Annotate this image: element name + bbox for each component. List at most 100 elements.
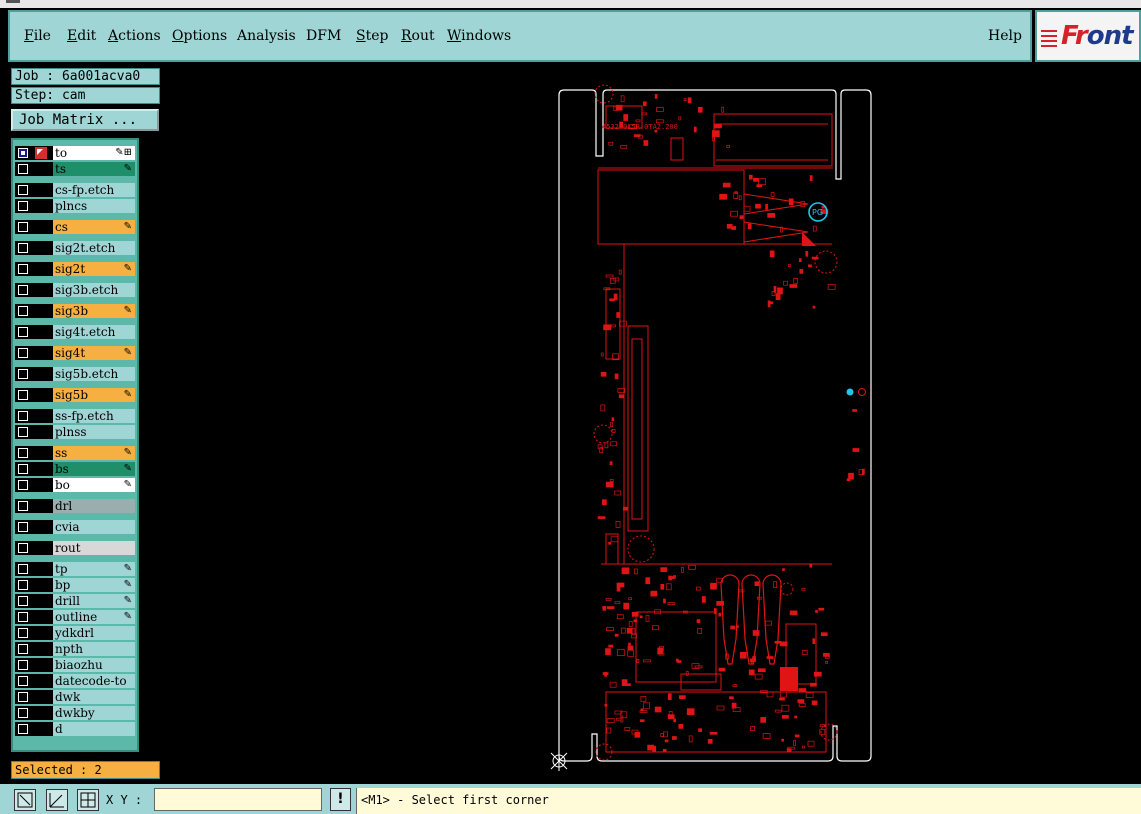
layer-checkbox[interactable] <box>18 285 28 295</box>
layer-name[interactable]: tp ✎ <box>53 562 135 576</box>
layer-row-rout[interactable]: rout <box>15 541 135 555</box>
layer-checkbox[interactable] <box>18 264 28 274</box>
layer-name[interactable]: sig2t.etch <box>53 241 135 255</box>
layer-checkbox[interactable] <box>18 327 28 337</box>
menu-actions[interactable]: Actions <box>108 28 161 44</box>
layer-name[interactable]: ss ✎ <box>53 446 135 460</box>
layer-checkbox[interactable] <box>18 306 28 316</box>
layer-row-cvia[interactable]: cvia <box>15 520 135 534</box>
layer-name[interactable]: biaozhu <box>53 658 135 672</box>
layer-checkbox[interactable] <box>18 692 28 702</box>
layer-name[interactable]: bp ✎ <box>53 578 135 592</box>
layer-name[interactable]: ss-fp.etch <box>53 409 135 423</box>
layer-row-drill[interactable]: drill ✎ <box>15 594 135 608</box>
layer-checkbox[interactable] <box>18 480 28 490</box>
layer-checkbox[interactable] <box>18 522 28 532</box>
menu-analysis[interactable]: Analysis <box>237 28 296 44</box>
work-layer-arrow-icon[interactable] <box>35 147 47 159</box>
menu-dfm[interactable]: DFM <box>306 28 341 44</box>
menu-windows[interactable]: Windows <box>447 28 511 44</box>
layer-name[interactable]: plnss <box>53 425 135 439</box>
layer-name[interactable]: outline ✎ <box>53 610 135 624</box>
message-button[interactable]: ! <box>330 788 351 811</box>
layer-row-datecode-to[interactable]: datecode-to <box>15 674 135 688</box>
layer-list[interactable]: to ✎⊞ ts ✎ cs-fp.etch plncs cs ✎ sig2t.etch sig2t… <box>11 138 139 752</box>
layer-row-plncs[interactable]: plncs <box>15 199 135 213</box>
menu-rout[interactable]: Rout <box>401 28 435 44</box>
layer-row-d[interactable]: d <box>15 722 135 736</box>
layer-row-sig4t[interactable]: sig4t ✎ <box>15 346 135 360</box>
layer-row-bs[interactable]: bs ✎ <box>15 462 135 476</box>
layer-row-sig2t[interactable]: sig2t ✎ <box>15 262 135 276</box>
layer-checkbox[interactable] <box>18 411 28 421</box>
layer-name[interactable]: to ✎⊞ <box>53 146 135 160</box>
menu-file[interactable]: File <box>24 28 51 44</box>
layer-checkbox[interactable] <box>18 369 28 379</box>
layer-checkbox[interactable] <box>18 222 28 232</box>
menu-options[interactable]: Options <box>172 28 227 44</box>
layer-row-biaozhu[interactable]: biaozhu <box>15 658 135 672</box>
menu-step[interactable]: Step <box>356 28 388 44</box>
layer-row-bp[interactable]: bp ✎ <box>15 578 135 592</box>
layer-checkbox[interactable] <box>18 644 28 654</box>
layer-name[interactable]: sig5b.etch <box>53 367 135 381</box>
layer-name[interactable]: sig4t.etch <box>53 325 135 339</box>
layer-checkbox[interactable] <box>18 185 28 195</box>
layer-checkbox[interactable] <box>18 612 28 622</box>
layer-checkbox[interactable] <box>18 464 28 474</box>
zoom-area-icon[interactable] <box>14 789 36 811</box>
layer-checkbox[interactable] <box>18 660 28 670</box>
layer-row-dwk[interactable]: dwk <box>15 690 135 704</box>
layer-name[interactable]: dwkby <box>53 706 135 720</box>
layer-name[interactable]: ts ✎ <box>53 162 135 176</box>
layer-row-ts[interactable]: ts ✎ <box>15 162 135 176</box>
xy-input[interactable] <box>154 788 322 811</box>
layer-name[interactable]: bs ✎ <box>53 462 135 476</box>
layer-checkbox[interactable] <box>18 676 28 686</box>
layer-checkbox[interactable] <box>18 543 28 553</box>
layer-name[interactable]: dwk <box>53 690 135 704</box>
layer-checkbox[interactable] <box>18 201 28 211</box>
layer-name[interactable]: sig3b ✎ <box>53 304 135 318</box>
layer-name[interactable]: sig2t ✎ <box>53 262 135 276</box>
layer-checkbox[interactable] <box>18 708 28 718</box>
job-matrix-button[interactable]: Job Matrix ... <box>11 109 159 131</box>
measure-icon[interactable] <box>46 789 68 811</box>
layer-row-plnss[interactable]: plnss <box>15 425 135 439</box>
layer-checkbox[interactable] <box>18 580 28 590</box>
pcb-board-view[interactable]: 4532.0L5R.0TA2.200 PG <box>166 64 1141 784</box>
layer-name[interactable]: sig4t ✎ <box>53 346 135 360</box>
layer-name[interactable]: ydkdrl <box>53 626 135 640</box>
layer-checkbox[interactable] <box>18 596 28 606</box>
layer-name[interactable]: drl <box>53 499 135 513</box>
layer-row-sig3b[interactable]: sig3b ✎ <box>15 304 135 318</box>
layer-checkbox[interactable] <box>18 564 28 574</box>
layer-name[interactable]: sig3b.etch <box>53 283 135 297</box>
layer-checkbox[interactable] <box>18 164 28 174</box>
layer-checkbox[interactable] <box>18 724 28 734</box>
layer-checkbox[interactable] <box>18 243 28 253</box>
layer-row-to[interactable]: to ✎⊞ <box>15 146 135 160</box>
layer-name[interactable]: drill ✎ <box>53 594 135 608</box>
layer-name[interactable]: sig5b ✎ <box>53 388 135 402</box>
layer-row-ss-fp.etch[interactable]: ss-fp.etch <box>15 409 135 423</box>
layer-checkbox[interactable] <box>18 348 28 358</box>
layer-checkbox[interactable] <box>18 148 28 158</box>
grid-snap-icon[interactable] <box>77 789 99 811</box>
layer-row-drl[interactable]: drl <box>15 499 135 513</box>
layer-row-npth[interactable]: npth <box>15 642 135 656</box>
layer-name[interactable]: rout <box>53 541 135 555</box>
layer-checkbox[interactable] <box>18 448 28 458</box>
layer-row-sig3b.etch[interactable]: sig3b.etch <box>15 283 135 297</box>
graphic-canvas[interactable]: 4532.0L5R.0TA2.200 PG <box>166 64 1141 784</box>
layer-row-cs-fp.etch[interactable]: cs-fp.etch <box>15 183 135 197</box>
layer-name[interactable]: datecode-to <box>53 674 135 688</box>
layer-name[interactable]: d <box>53 722 135 736</box>
layer-name[interactable]: npth <box>53 642 135 656</box>
layer-name[interactable]: bo ✎ <box>53 478 135 492</box>
layer-checkbox[interactable] <box>18 427 28 437</box>
layer-row-tp[interactable]: tp ✎ <box>15 562 135 576</box>
layer-row-cs[interactable]: cs ✎ <box>15 220 135 234</box>
layer-row-bo[interactable]: bo ✎ <box>15 478 135 492</box>
layer-checkbox[interactable] <box>18 501 28 511</box>
